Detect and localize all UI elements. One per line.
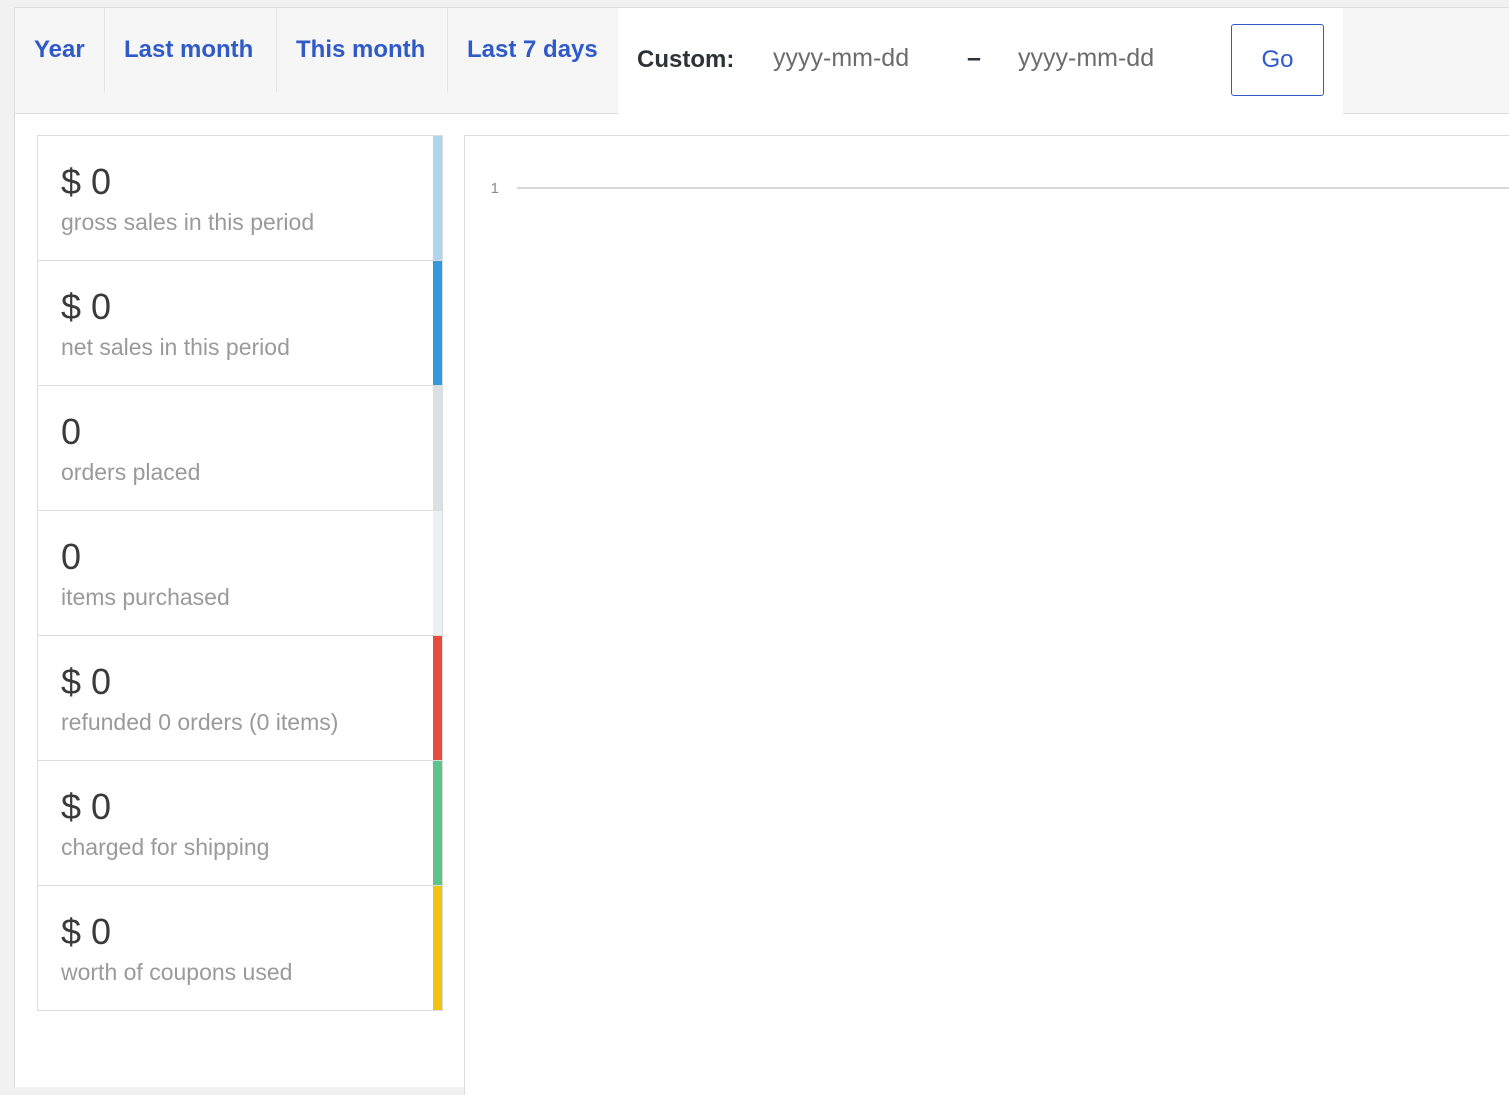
custom-range-label: Custom: (637, 46, 735, 73)
date-range-bar: Year Last month This month Last 7 days C… (15, 8, 1509, 115)
date-separator: – (967, 44, 981, 72)
stat-value: $ 0 (61, 786, 112, 827)
series-color-bar (433, 136, 442, 260)
range-tabs: Year Last month This month Last 7 days (15, 8, 618, 113)
stat-label: refunded 0 orders (0 items) (61, 709, 339, 735)
stat-label: gross sales in this period (61, 209, 315, 235)
stat-label: worth of coupons used (61, 959, 293, 985)
stat-value: 0 (61, 536, 82, 577)
stat-value: $ 0 (61, 286, 112, 327)
stats-legend: $ 0 gross sales in this period $ 0 net s… (37, 135, 443, 1011)
stat-net-sales[interactable]: $ 0 net sales in this period (38, 261, 442, 386)
stat-gross-sales[interactable]: $ 0 gross sales in this period (38, 136, 442, 261)
custom-range-panel: Custom: – Go (618, 8, 1343, 115)
stat-refunds[interactable]: $ 0 refunded 0 orders (0 items) (38, 636, 442, 761)
series-color-bar (433, 386, 442, 510)
tab-last-7-days[interactable]: Last 7 days (448, 8, 618, 92)
series-color-bar (433, 511, 442, 635)
tab-this-month[interactable]: This month (277, 8, 448, 92)
tab-year[interactable]: Year (15, 8, 105, 92)
stat-value: $ 0 (61, 911, 112, 952)
stat-label: charged for shipping (61, 834, 270, 860)
go-button[interactable]: Go (1231, 24, 1324, 96)
chart-panel: 1 (464, 135, 1509, 1095)
stat-orders-placed[interactable]: 0 orders placed (38, 386, 442, 511)
series-color-bar (433, 886, 442, 1010)
tab-last-month[interactable]: Last month (105, 8, 277, 92)
start-date-input[interactable] (773, 44, 963, 73)
stat-items-purchased[interactable]: 0 items purchased (38, 511, 442, 636)
series-color-bar (433, 636, 442, 760)
series-color-bar (433, 761, 442, 885)
stat-label: items purchased (61, 584, 230, 610)
stat-shipping[interactable]: $ 0 charged for shipping (38, 761, 442, 886)
series-color-bar (433, 261, 442, 385)
stat-label: orders placed (61, 459, 201, 485)
stat-coupons[interactable]: $ 0 worth of coupons used (38, 886, 442, 1011)
report-frame: Year Last month This month Last 7 days C… (14, 7, 1509, 1095)
end-date-input[interactable] (1018, 44, 1208, 73)
stat-label: net sales in this period (61, 334, 290, 360)
y-tick-label: 1 (491, 180, 499, 197)
stat-value: $ 0 (61, 661, 112, 702)
sales-chart: 1 (491, 180, 1509, 197)
stat-value: 0 (61, 411, 82, 452)
stat-value: $ 0 (61, 161, 112, 202)
